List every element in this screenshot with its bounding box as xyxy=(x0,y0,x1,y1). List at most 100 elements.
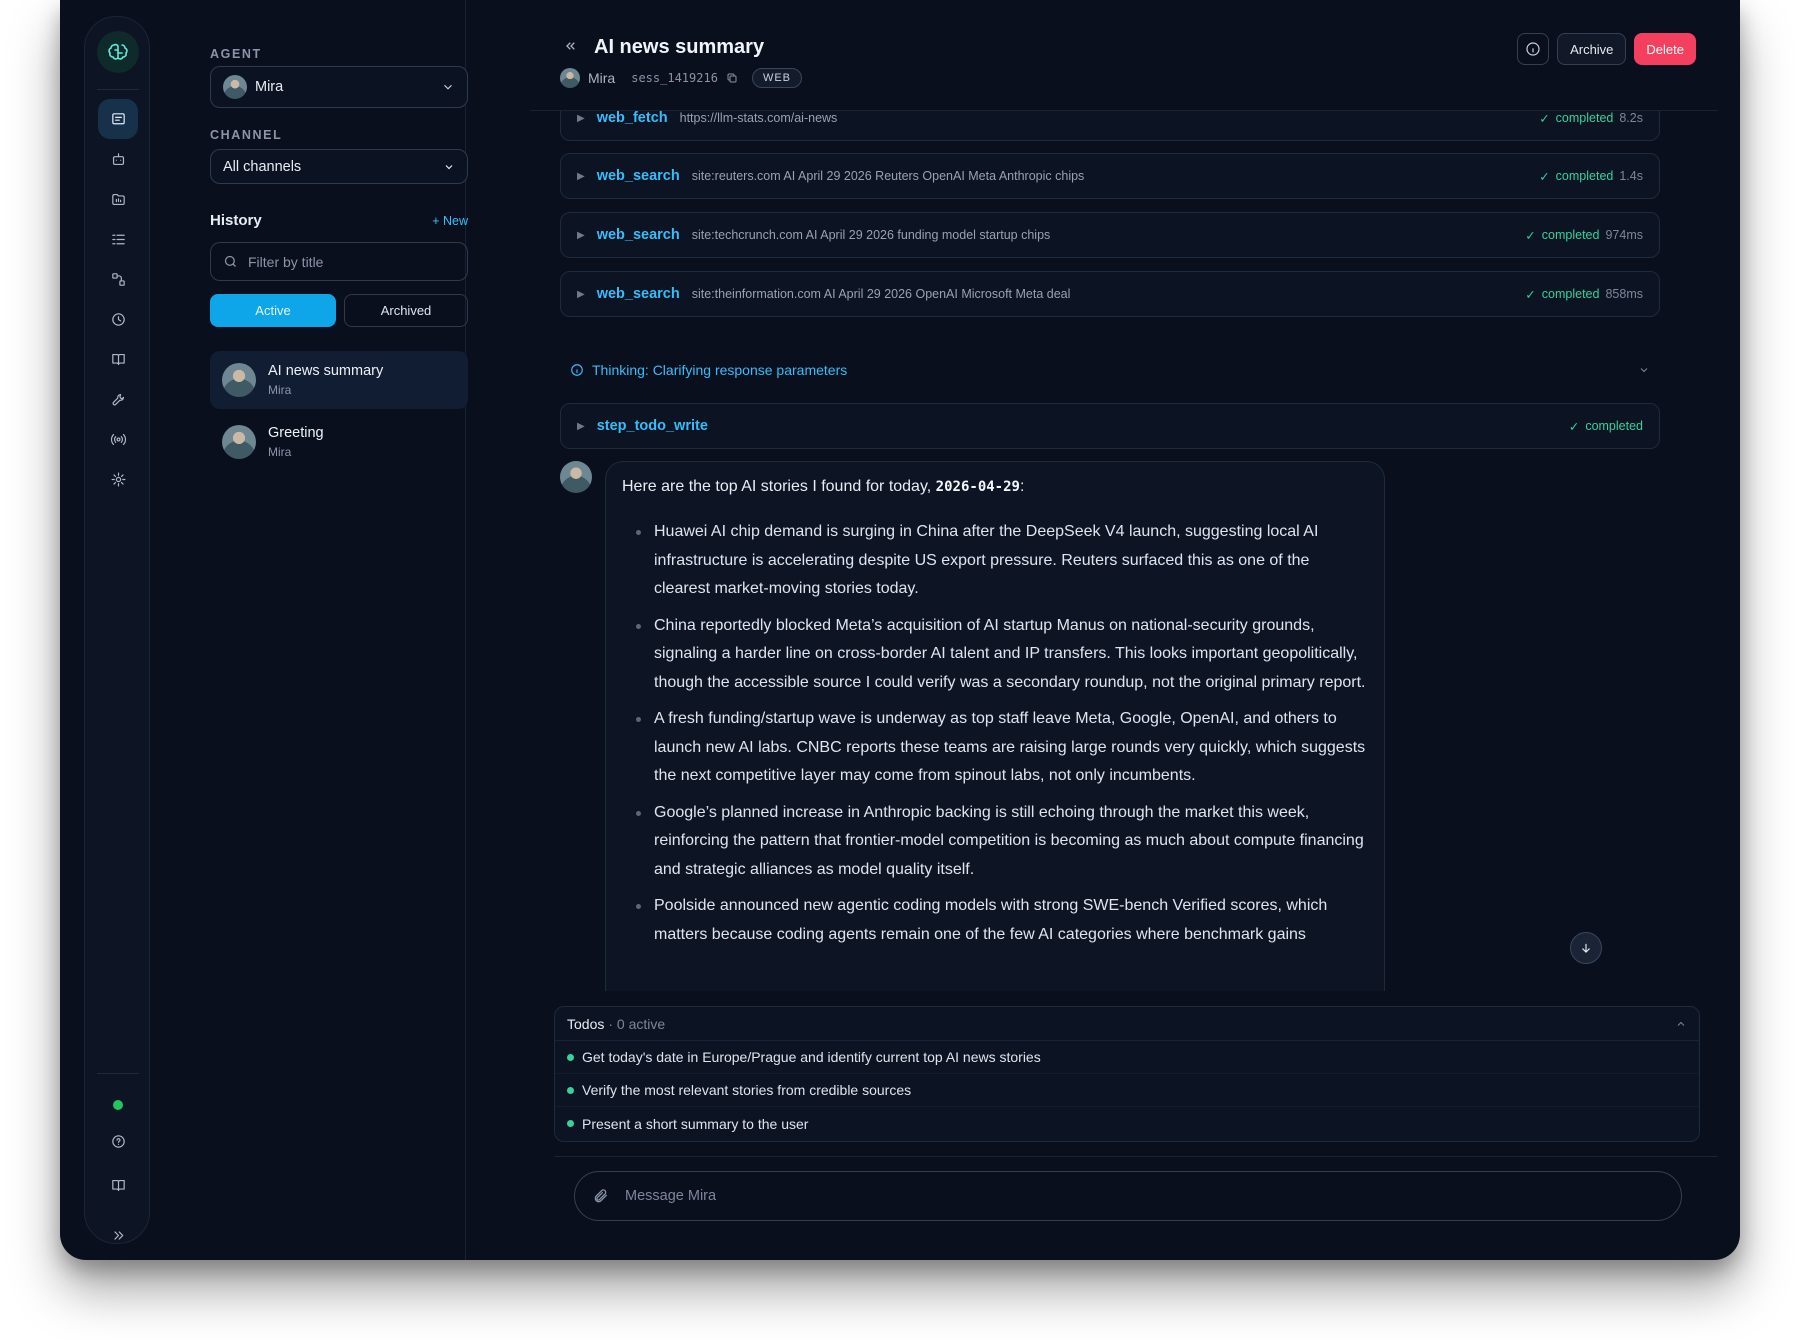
folder-nav-icon[interactable] xyxy=(98,179,138,219)
chevron-down-icon xyxy=(444,84,452,90)
expand-triangle-icon: ▶ xyxy=(577,229,585,241)
icon-rail xyxy=(84,16,150,1244)
agent-avatar xyxy=(223,75,247,99)
news-list: Huawei AI chip demand is surging in Chin… xyxy=(622,518,1368,949)
message-placeholder: Message Mira xyxy=(625,1188,717,1204)
session-item[interactable]: AI news summary Mira xyxy=(210,351,468,409)
intro-date: 2026-04-29 xyxy=(935,479,1020,495)
intro-end: : xyxy=(1019,478,1025,495)
help-icon[interactable] xyxy=(98,1121,138,1161)
agent-message-avatar xyxy=(560,461,592,493)
docs-book-icon[interactable] xyxy=(98,1165,138,1205)
tool-args: site:reuters.com AI April 29 2026 Reuter… xyxy=(691,169,1085,183)
tool-args: site:theinformation.com AI April 29 2026… xyxy=(691,287,1071,301)
todo-status-dot xyxy=(567,1120,574,1127)
session-avatar xyxy=(222,363,256,397)
tool-call-row[interactable]: ▶ web_search site:techcrunch.com AI Apri… xyxy=(560,212,1660,258)
tool-status: ✓ completed xyxy=(1539,169,1613,184)
archive-button[interactable]: Archive xyxy=(1557,33,1627,65)
tool-status-label: completed xyxy=(1541,287,1600,301)
todos-header[interactable]: Todos · 0 active xyxy=(555,1007,1699,1041)
info-icon xyxy=(1526,42,1540,56)
tool-call-row[interactable]: ▶ web_fetch https://llm-stats.com/ai-new… xyxy=(560,111,1660,141)
online-status-dot xyxy=(113,1100,123,1110)
session-agent: Mira xyxy=(268,445,292,459)
session-avatar xyxy=(222,425,256,459)
session-title: Greeting xyxy=(268,425,324,441)
todos-title: Todos xyxy=(567,1015,605,1032)
channel-badge: WEB xyxy=(751,68,802,88)
session-item[interactable]: Greeting Mira xyxy=(210,413,468,471)
channel-label: CHANNEL xyxy=(210,128,283,142)
check-icon: ✓ xyxy=(1568,419,1580,434)
assistant-message: Here are the top AI stories I found for … xyxy=(605,461,1385,991)
check-icon: ✓ xyxy=(1525,287,1536,302)
tool-call-row[interactable]: ▶ web_search site:theinformation.com AI … xyxy=(560,271,1660,317)
check-icon: ✓ xyxy=(1525,228,1536,243)
todo-item: Present a short summary to the user xyxy=(555,1107,1699,1140)
brain-logo-icon[interactable] xyxy=(97,31,139,73)
channel-select-value: All channels xyxy=(223,158,302,175)
book-nav-icon[interactable] xyxy=(98,339,138,379)
app-window: AGENT Mira CHANNEL All channels History … xyxy=(60,0,1740,1260)
bot-nav-icon[interactable] xyxy=(98,139,138,179)
list-item: China reportedly blocked Meta’s acquisit… xyxy=(636,612,1368,698)
channel-select[interactable]: All channels xyxy=(210,149,468,184)
expand-rail-icon[interactable] xyxy=(98,1215,138,1255)
tasks-nav-icon[interactable] xyxy=(98,219,138,259)
chevron-down-icon xyxy=(445,164,453,169)
composer-divider xyxy=(554,1156,1718,1157)
agent-label: AGENT xyxy=(210,47,262,61)
header-actions: Archive Delete xyxy=(1517,33,1696,65)
tool-duration: 858ms xyxy=(1605,287,1643,301)
message-intro: Here are the top AI stories I found for … xyxy=(622,478,1368,496)
tool-status-label: completed xyxy=(1555,169,1614,183)
tool-call-row[interactable]: ▶ web_search site:reuters.com AI April 2… xyxy=(560,153,1660,199)
tab-archived[interactable]: Archived xyxy=(344,294,468,327)
filter-input[interactable]: Filter by title xyxy=(210,242,468,281)
collapse-sidebar-icon[interactable] xyxy=(563,38,579,54)
settings-gear-icon[interactable] xyxy=(98,459,138,499)
chevron-up-icon[interactable] xyxy=(1675,1018,1687,1030)
tab-active[interactable]: Active xyxy=(210,294,336,327)
message-scroll-area[interactable]: ▶ web_fetch https://llm-stats.com/ai-new… xyxy=(530,111,1678,991)
copy-icon[interactable] xyxy=(726,72,738,84)
thinking-row[interactable]: Thinking: Clarifying response parameters xyxy=(570,362,1650,378)
info-icon xyxy=(571,364,583,376)
workflow-nav-icon[interactable] xyxy=(98,259,138,299)
todo-text: Present a short summary to the user xyxy=(582,1115,809,1132)
agent-select-value: Mira xyxy=(255,79,284,95)
todos-count: · 0 active xyxy=(608,1015,666,1032)
tool-status: ✓ completed xyxy=(1539,111,1613,126)
expand-triangle-icon: ▶ xyxy=(577,170,585,182)
session-id: sess_1419216 xyxy=(631,71,718,85)
tool-call-row[interactable]: ▶ step_todo_write ✓ completed xyxy=(560,403,1660,449)
paperclip-icon[interactable] xyxy=(593,1188,609,1204)
rail-divider xyxy=(97,89,139,90)
history-sidebar: AGENT Mira CHANNEL All channels History … xyxy=(190,0,468,1260)
agent-select[interactable]: Mira xyxy=(210,66,468,108)
list-item: Huawei AI chip demand is surging in Chin… xyxy=(636,518,1368,604)
list-item: Google’s planned increase in Anthropic b… xyxy=(636,799,1368,885)
chat-nav-icon[interactable] xyxy=(98,99,138,139)
todo-status-dot xyxy=(567,1053,574,1061)
arrow-down-icon xyxy=(1582,943,1590,953)
tool-args: https://llm-stats.com/ai-news xyxy=(679,111,838,125)
wrench-nav-icon[interactable] xyxy=(98,379,138,419)
chevron-down-icon xyxy=(1640,368,1648,373)
message-input[interactable]: Message Mira xyxy=(574,1171,1682,1221)
session-agent-name: Mira xyxy=(588,70,616,86)
tool-args: site:techcrunch.com AI April 29 2026 fun… xyxy=(691,228,1051,242)
tool-status: ✓ completed xyxy=(1525,228,1599,243)
filter-placeholder: Filter by title xyxy=(248,253,324,270)
clock-nav-icon[interactable] xyxy=(98,299,138,339)
info-button[interactable] xyxy=(1517,33,1550,65)
delete-button[interactable]: Delete xyxy=(1634,33,1696,65)
tool-status-label: completed xyxy=(1585,419,1643,433)
tool-name: web_search xyxy=(596,168,680,184)
scroll-to-bottom-button[interactable] xyxy=(1570,932,1602,964)
history-header: History + New xyxy=(210,212,468,229)
broadcast-nav-icon[interactable] xyxy=(98,419,138,459)
new-session-button[interactable]: + New xyxy=(432,214,468,228)
list-item: A fresh funding/startup wave is underway… xyxy=(636,705,1368,791)
